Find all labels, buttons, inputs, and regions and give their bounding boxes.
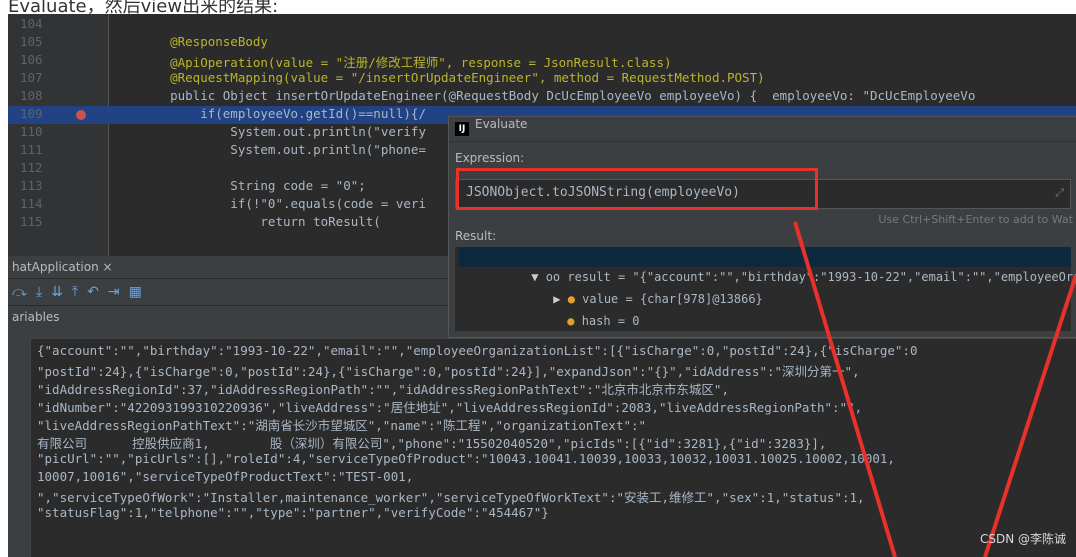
annotation-arrow-line <box>983 274 1076 557</box>
watermark: CSDN @李陈诚 <box>979 532 1066 546</box>
screenshot: Evaluate，然后view出来的结果: 104 105 @ResponseBo… <box>0 0 1076 557</box>
annotation-arrows <box>793 221 1076 557</box>
annotation-arrow-line <box>793 221 897 557</box>
